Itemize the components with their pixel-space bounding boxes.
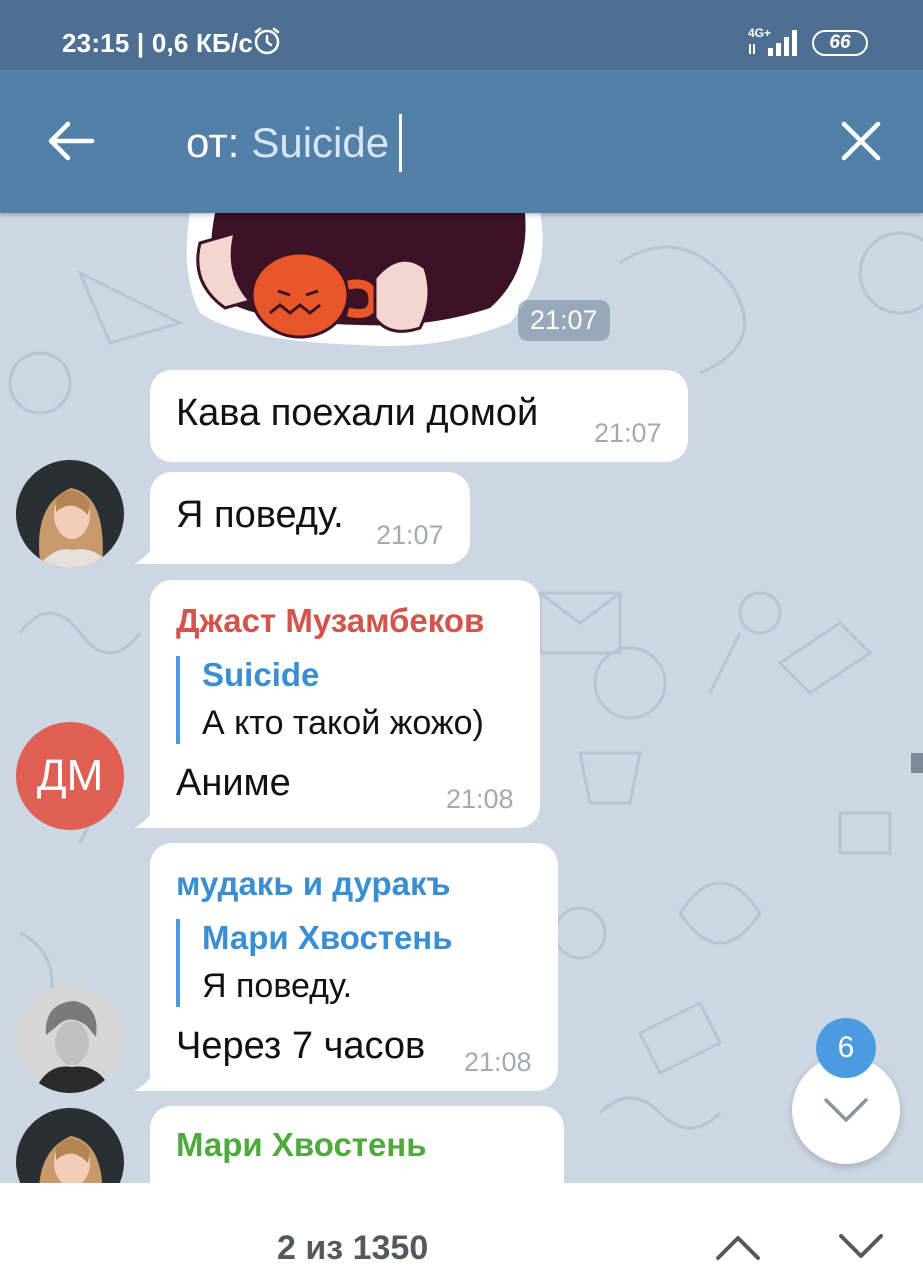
avatar[interactable] (16, 985, 124, 1093)
text-cursor (399, 114, 403, 172)
alarm-icon (254, 27, 280, 55)
search-filter-prefix: от: (186, 119, 240, 166)
reply-author: Suicide (202, 656, 320, 693)
scrollbar-thumb[interactable] (911, 753, 923, 773)
message-text: Аниме (176, 762, 291, 804)
unread-count-badge: 6 (816, 1018, 876, 1078)
message-text: Через 7 часов (176, 1025, 426, 1067)
reply-quote[interactable]: Suicide А кто такой жожо) (176, 656, 484, 744)
message-time: 21:08 (446, 784, 514, 814)
avatar[interactable] (16, 460, 124, 568)
bubble-tail (134, 806, 154, 828)
reply-author: Мари Хвостень (202, 919, 453, 956)
chat-messages[interactable]: 21:07 Кава поехали домой 21:07 Я поведу.… (0, 213, 923, 1183)
status-time: 23:15 | 0,6 КБ/с (62, 28, 254, 58)
message-sender[interactable]: Джаст Музамбеков (176, 602, 484, 640)
message-bubble[interactable]: Кава поехали домой 21:07 (150, 370, 688, 462)
search-results-bar: 2 из 1350 (0, 1183, 923, 1280)
message-sender[interactable]: Мари Хвостень (176, 1126, 427, 1164)
battery-icon: 66 (812, 30, 868, 56)
message-text: Я поведу. (176, 494, 344, 536)
message-time: 21:08 (464, 1047, 532, 1077)
bubble-tail (134, 1069, 154, 1091)
message-bubble[interactable]: Мари Хвостень (150, 1106, 564, 1183)
search-input[interactable]: от: Suicide (186, 114, 403, 172)
network-type-label: 4G+ (748, 26, 771, 40)
close-icon[interactable] (840, 120, 882, 162)
reply-text: А кто такой жожо) (202, 704, 484, 742)
chevron-down-icon[interactable] (838, 1233, 884, 1261)
search-query[interactable]: Suicide (251, 114, 389, 172)
chevron-up-icon[interactable] (715, 1233, 761, 1261)
reply-text: Я поведу. (202, 967, 353, 1005)
reply-quote[interactable]: Мари Хвостень Я поведу. (176, 919, 453, 1007)
bubble-tail (134, 542, 154, 564)
message-bubble[interactable]: Джаст Музамбеков Suicide А кто такой жож… (150, 580, 540, 828)
sticker-timestamp: 21:07 (518, 300, 610, 341)
back-arrow-icon[interactable] (46, 118, 96, 164)
message-sender[interactable]: мудакь и дуракъ (176, 865, 451, 903)
chevron-down-icon (824, 1098, 868, 1122)
message-bubble[interactable]: Я поведу. 21:07 (150, 472, 470, 564)
signal-icon: 4G+ (748, 26, 797, 56)
search-header: от: Suicide (0, 70, 923, 213)
sticker-image[interactable] (180, 213, 550, 348)
avatar[interactable]: ДМ (16, 722, 124, 830)
message-time: 21:07 (594, 418, 662, 448)
message-text: Кава поехали домой (176, 392, 539, 434)
message-bubble[interactable]: мудакь и дуракъ Мари Хвостень Я поведу. … (150, 843, 558, 1091)
result-counter: 2 из 1350 (277, 1229, 429, 1267)
message-time: 21:07 (376, 520, 444, 550)
status-bar: 23:15 | 0,6 КБ/с 4G+ 66 (0, 0, 923, 70)
